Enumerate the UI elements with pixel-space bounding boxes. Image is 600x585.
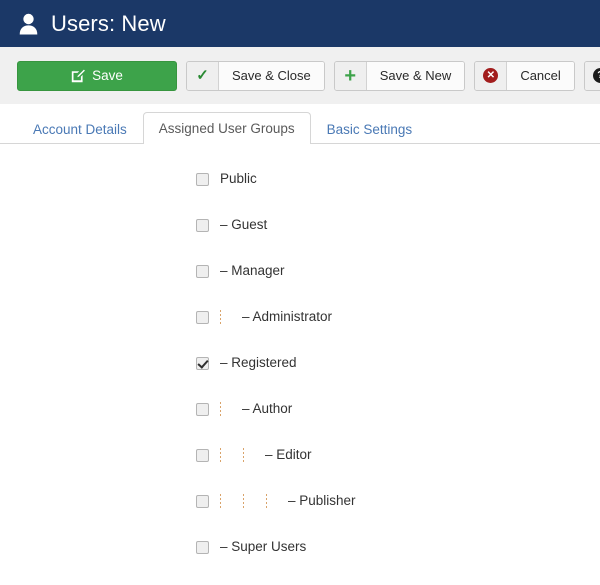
user-group-checkbox[interactable] bbox=[196, 356, 209, 370]
user-group-label: – Editor bbox=[265, 447, 312, 463]
user-group-label: – Manager bbox=[220, 263, 285, 279]
indent-dotted-line-icon bbox=[209, 310, 232, 324]
user-group-row[interactable]: – Guest bbox=[0, 202, 600, 248]
tab-assigned-user-groups-label: Assigned User Groups bbox=[158, 121, 295, 136]
page-title: Users: New bbox=[51, 10, 166, 36]
user-group-checkbox[interactable] bbox=[196, 218, 209, 232]
indent-guides bbox=[209, 310, 232, 324]
save-and-new-label: Save & New bbox=[366, 61, 465, 90]
user-group-row[interactable]: – Author bbox=[0, 386, 600, 432]
user-group-row[interactable]: – Administrator bbox=[0, 294, 600, 340]
assigned-user-groups-list: Public – Guest – Manager – Administrator – R… bbox=[0, 144, 600, 570]
indent-guides bbox=[209, 494, 278, 508]
indent-dotted-line-icon bbox=[255, 494, 278, 508]
page-header: Users: New bbox=[0, 0, 600, 47]
help-button[interactable]: ? Help bbox=[583, 60, 600, 91]
indent-dotted-line-icon bbox=[209, 402, 232, 416]
cancel-button[interactable]: ✕ Cancel bbox=[474, 60, 575, 91]
save-button-label: Save bbox=[92, 68, 123, 83]
pencil-square-icon bbox=[71, 69, 86, 82]
save-button[interactable]: Save bbox=[17, 60, 177, 91]
indent-guides bbox=[209, 448, 255, 462]
save-and-new-button[interactable]: + Save & New bbox=[333, 60, 466, 91]
user-group-label: – Publisher bbox=[288, 493, 356, 509]
user-group-checkbox[interactable] bbox=[196, 172, 209, 186]
user-group-row[interactable]: Public bbox=[0, 156, 600, 202]
user-group-label: – Administrator bbox=[242, 309, 333, 325]
indent-dotted-line-icon bbox=[232, 448, 255, 462]
user-group-label: – Guest bbox=[220, 217, 268, 233]
user-group-checkbox[interactable] bbox=[196, 540, 209, 554]
plus-icon: + bbox=[334, 61, 367, 90]
user-group-label: – Author bbox=[242, 401, 293, 417]
cancel-circle-icon: ✕ bbox=[475, 61, 508, 90]
tab-bar: Account Details Assigned User Groups Bas… bbox=[0, 104, 600, 145]
user-group-checkbox[interactable] bbox=[196, 310, 209, 324]
user-group-row[interactable]: – Registered bbox=[0, 340, 600, 386]
user-group-label: Public bbox=[220, 171, 257, 187]
user-group-checkbox[interactable] bbox=[196, 448, 209, 462]
toolbar: Save ✓ Save & Close + Save & New ✕ Cance… bbox=[0, 47, 600, 104]
tab-account-details-label: Account Details bbox=[33, 121, 127, 137]
user-group-label: – Super Users bbox=[220, 539, 307, 555]
indent-dotted-line-icon bbox=[209, 494, 232, 508]
indent-dotted-line-icon bbox=[209, 448, 232, 462]
indent-guides bbox=[209, 402, 232, 416]
user-group-checkbox[interactable] bbox=[196, 264, 209, 278]
cancel-label: Cancel bbox=[507, 61, 574, 90]
question-circle-icon: ? bbox=[584, 61, 600, 90]
user-icon bbox=[19, 13, 38, 34]
tab-assigned-user-groups[interactable]: Assigned User Groups bbox=[142, 112, 311, 145]
check-icon: ✓ bbox=[187, 61, 219, 90]
tab-account-details[interactable]: Account Details bbox=[17, 113, 143, 144]
save-and-close-button[interactable]: ✓ Save & Close bbox=[186, 60, 325, 91]
user-group-row[interactable]: – Manager bbox=[0, 248, 600, 294]
save-and-close-label: Save & Close bbox=[219, 61, 324, 90]
indent-dotted-line-icon bbox=[232, 494, 255, 508]
user-group-row[interactable]: – Super Users bbox=[0, 524, 600, 570]
tab-basic-settings[interactable]: Basic Settings bbox=[311, 113, 429, 144]
user-group-checkbox[interactable] bbox=[196, 494, 209, 508]
user-group-row[interactable]: – Editor bbox=[0, 432, 600, 478]
user-group-label: – Registered bbox=[220, 355, 297, 371]
tab-basic-settings-label: Basic Settings bbox=[326, 121, 413, 137]
user-group-checkbox[interactable] bbox=[196, 402, 209, 416]
user-group-row[interactable]: – Publisher bbox=[0, 478, 600, 524]
